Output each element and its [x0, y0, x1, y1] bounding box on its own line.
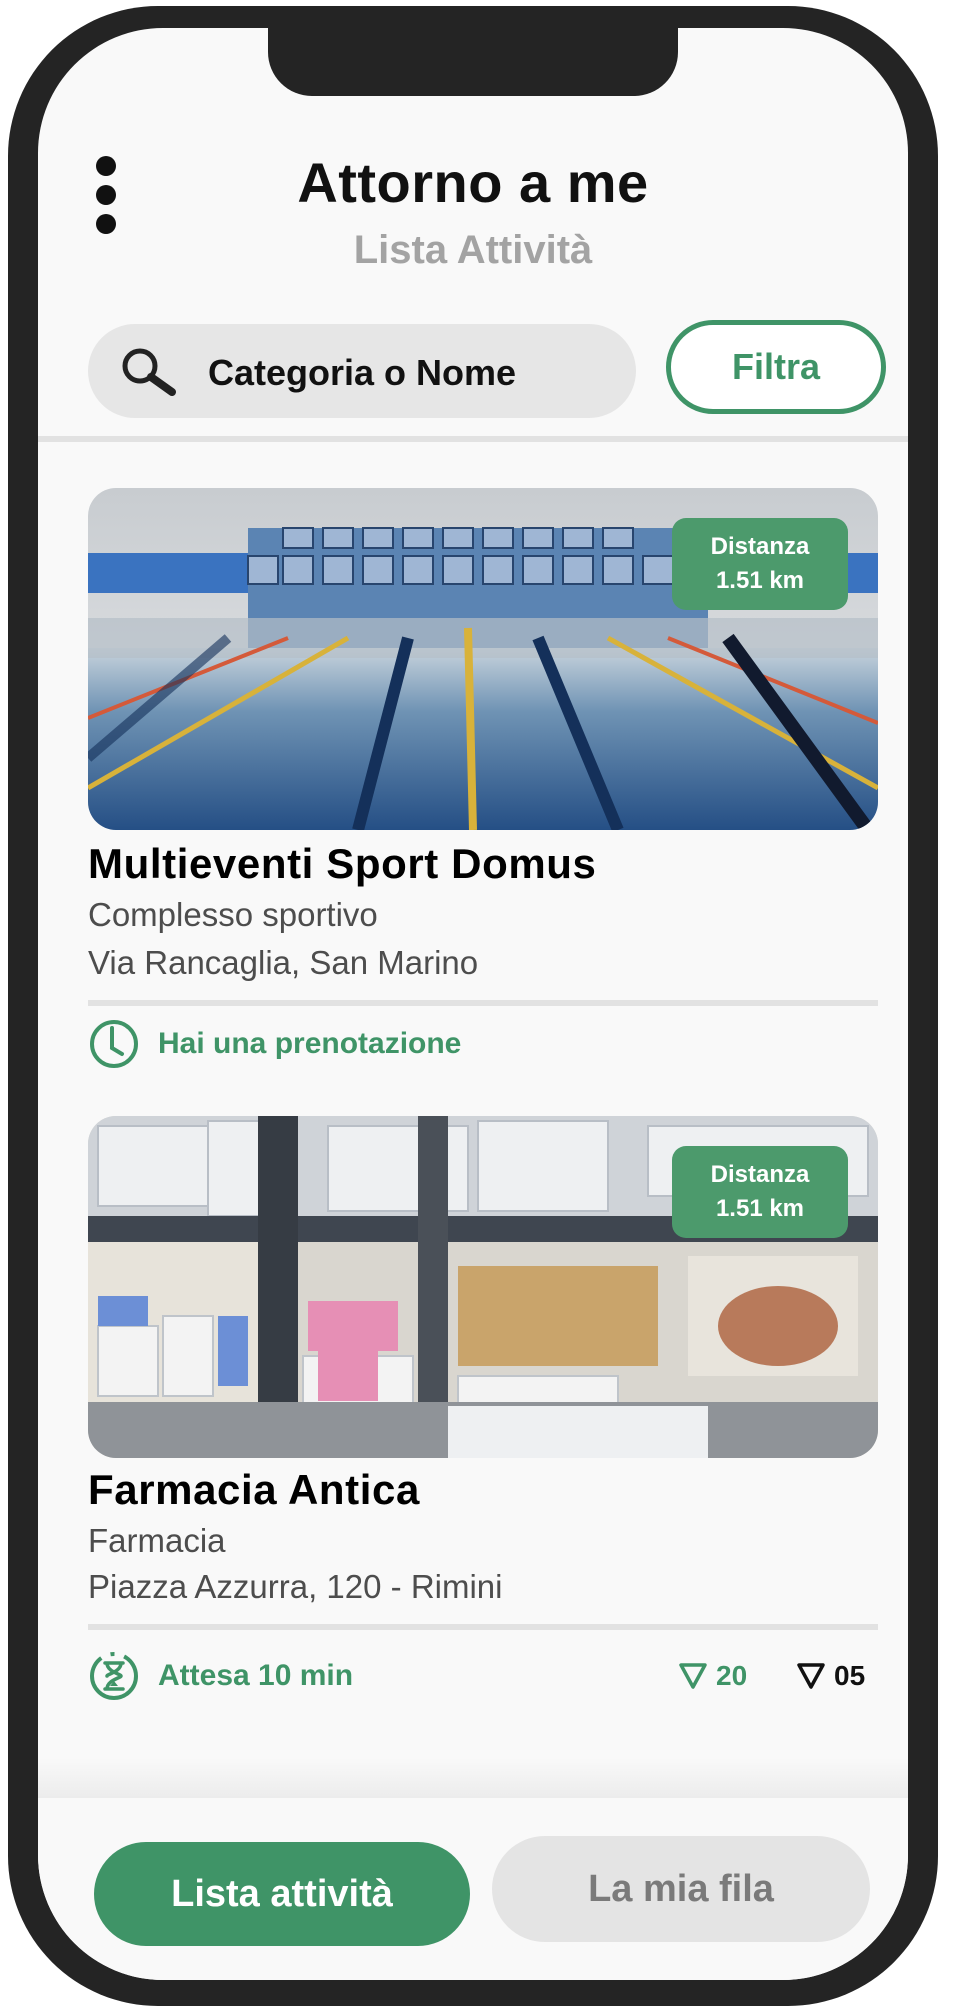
phone-frame: Attorno a me Lista Attività Categoria o … [8, 6, 938, 2006]
queue-counter-black: 05 [796, 1660, 865, 1692]
my-queue-button[interactable]: La mia fila [492, 1836, 870, 1942]
triangle-down-icon [679, 1663, 707, 1689]
card-address: Via Rancaglia, San Marino [88, 944, 479, 981]
card-image-pool[interactable]: Distanza 1.51 km [88, 488, 878, 830]
card-title[interactable]: Farmacia Antica [88, 1466, 420, 1514]
card-address: Piazza Azzurra, 120 - Rimini [88, 1568, 503, 1605]
search-input[interactable]: Categoria o Nome [88, 324, 636, 418]
app-screen: Attorno a me Lista Attività Categoria o … [38, 28, 908, 1980]
queue-counter-green: 20 [678, 1660, 747, 1692]
wait-status: Attesa 10 min [88, 1650, 353, 1702]
distance-label: Distanza [710, 1161, 810, 1188]
booking-status: Hai una prenotazione [88, 1018, 461, 1070]
triangle-down-icon [797, 1663, 825, 1689]
clock-icon [90, 1020, 138, 1068]
hourglass-icon [90, 1652, 138, 1700]
distance-label: Distanza [710, 533, 810, 560]
card-divider [88, 1000, 878, 1006]
queue-counter-value: 05 [834, 1660, 866, 1691]
card-divider [88, 1624, 878, 1630]
header-divider [38, 436, 908, 442]
card-title[interactable]: Multieventi Sport Domus [88, 840, 597, 888]
distance-badge: Distanza 1.51 km [672, 1146, 848, 1238]
activity-list-button[interactable]: Lista attività [94, 1842, 470, 1946]
distance-badge: Distanza 1.51 km [672, 518, 848, 610]
page-title: Attorno a me [297, 151, 649, 214]
card-category: Complesso sportivo [88, 896, 378, 933]
filter-button[interactable]: Filtra [666, 320, 886, 414]
booking-status-text: Hai una prenotazione [158, 1027, 462, 1060]
distance-value: 1.51 km [715, 567, 805, 594]
page-subtitle: Lista Attività [353, 228, 593, 272]
card-image-pharmacy[interactable]: Distanza 1.51 km [88, 1116, 878, 1458]
card-category: Farmacia [88, 1522, 226, 1559]
search-placeholder: Categoria o Nome [208, 352, 517, 393]
wait-status-text: Attesa 10 min [158, 1659, 354, 1692]
distance-value: 1.51 km [715, 1195, 805, 1222]
phone-notch [268, 28, 678, 96]
search-icon [122, 348, 176, 396]
queue-counter-value: 20 [716, 1660, 748, 1691]
bottom-nav-shadow [38, 1758, 908, 1798]
